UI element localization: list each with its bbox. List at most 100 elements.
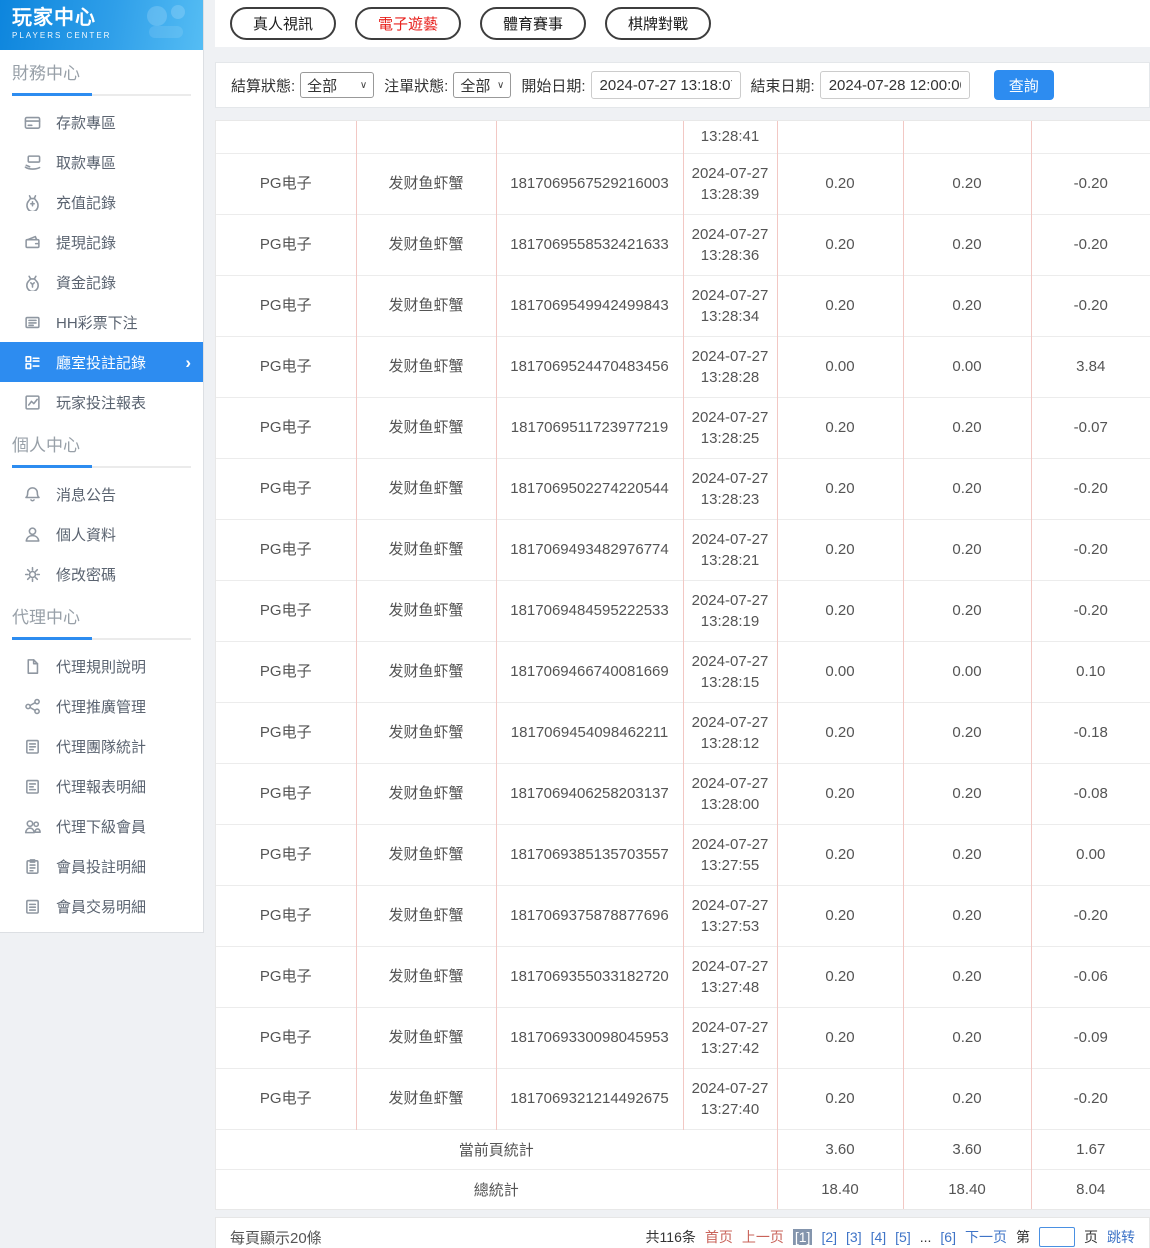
bet-records-table: 13:28:41PG电子发财鱼虾蟹18170695675292160032024… xyxy=(215,120,1150,1210)
cell-bet-amount: 0.00 xyxy=(777,641,903,702)
bet-date: 2024-07-27 xyxy=(686,529,775,550)
jump-button[interactable]: 跳转 xyxy=(1107,1227,1135,1247)
cell-bet-time: 13:28:41 xyxy=(683,121,777,153)
cell-provider: PG电子 xyxy=(216,885,356,946)
summary-value: 3.60 xyxy=(903,1129,1031,1169)
last-page-link[interactable]: [6] xyxy=(940,1229,956,1245)
sidebar-item-player-report-chart[interactable]: 玩家投注報表 xyxy=(0,382,203,422)
sub-members-icon xyxy=(24,818,41,835)
bet-date: 2024-07-27 xyxy=(686,590,775,611)
sidebar-item-deposit-card[interactable]: 存款專區 xyxy=(0,102,203,142)
sidebar-item-agent-share[interactable]: 代理推廣管理 xyxy=(0,686,203,726)
tab-4[interactable]: 棋牌對戰 xyxy=(605,7,711,40)
page-link[interactable]: [2] xyxy=(821,1229,837,1245)
player-report-chart-icon xyxy=(24,394,41,411)
sidebar-item-member-trade-doc[interactable]: 會員交易明細 xyxy=(0,886,203,926)
cell-valid-amount: 0.20 xyxy=(903,824,1031,885)
bet-time: 13:28:21 xyxy=(686,550,775,571)
page-link[interactable]: [3] xyxy=(846,1229,862,1245)
sidebar-item-sub-members[interactable]: 代理下級會員 xyxy=(0,806,203,846)
bet-time: 13:28:00 xyxy=(686,794,775,815)
cell-game-name: 发财鱼虾蟹 xyxy=(356,641,496,702)
sidebar-item-agent-rule-doc[interactable]: 代理規則說明 xyxy=(0,646,203,686)
withdraw-hand-icon xyxy=(24,154,41,171)
cell-win-loss: 3.84 xyxy=(1031,336,1150,397)
cell-bet-datetime: 2024-07-2713:28:00 xyxy=(683,763,777,824)
cell-valid-amount: 0.20 xyxy=(903,458,1031,519)
bet-date: 2024-07-27 xyxy=(686,712,775,733)
next-page-link[interactable]: 下一页 xyxy=(965,1227,1007,1247)
cell-order-id: 1817069524470483456 xyxy=(496,336,683,397)
cell-bet-amount: 0.20 xyxy=(777,519,903,580)
cell-order-id: 1817069385135703557 xyxy=(496,824,683,885)
sidebar-item-label: 提現記錄 xyxy=(56,232,116,253)
cell-order-id: 1817069355033182720 xyxy=(496,946,683,1007)
cell-order-id: 1817069484595222533 xyxy=(496,580,683,641)
cell-bet-datetime: 2024-07-2713:27:53 xyxy=(683,885,777,946)
sidebar-item-label: 代理報表明細 xyxy=(56,776,146,797)
sidebar-item-withdraw-hand[interactable]: 取款專區 xyxy=(0,142,203,182)
sidebar-section-header: 財務中心 xyxy=(0,50,203,96)
cell-bet-amount: 0.20 xyxy=(777,824,903,885)
sidebar-item-lottery-doc[interactable]: HH彩票下注 xyxy=(0,302,203,342)
sidebar-item-team-stats-doc[interactable]: 代理團隊統計 xyxy=(0,726,203,766)
cell-bet-amount: 0.20 xyxy=(777,763,903,824)
cell-win-loss: -0.20 xyxy=(1031,580,1150,641)
sidebar-item-funds-bag[interactable]: 資金記錄 xyxy=(0,262,203,302)
jump-page-input[interactable] xyxy=(1039,1227,1075,1247)
cell-win-loss: -0.20 xyxy=(1031,214,1150,275)
settle-status-select[interactable]: 全部 ∨ xyxy=(300,72,374,98)
cell-bet-datetime: 2024-07-2713:28:12 xyxy=(683,702,777,763)
cell-order-id: 1817069321214492675 xyxy=(496,1068,683,1129)
tab-3[interactable]: 體育賽事 xyxy=(480,7,586,40)
sidebar-item-label: 代理團隊統計 xyxy=(56,736,146,757)
sidebar-item-report-detail-doc[interactable]: 代理報表明細 xyxy=(0,766,203,806)
cell-win-loss: -0.20 xyxy=(1031,885,1150,946)
prev-page-link[interactable]: 上一页 xyxy=(742,1227,784,1247)
order-status-select[interactable]: 全部 ∨ xyxy=(453,72,511,98)
cell-bet-amount: 0.20 xyxy=(777,275,903,336)
tab-2[interactable]: 電子遊藝 xyxy=(355,7,461,40)
bet-date: 2024-07-27 xyxy=(686,224,775,245)
page-link[interactable]: [5] xyxy=(895,1229,911,1245)
sidebar-item-recharge-bag[interactable]: 充值記錄 xyxy=(0,182,203,222)
gamepad-icon xyxy=(135,2,195,50)
cell-provider: PG电子 xyxy=(216,641,356,702)
sidebar-item-label: 廳室投註記錄 xyxy=(56,352,146,373)
tab-1[interactable]: 真人視訊 xyxy=(230,7,336,40)
sidebar-item-room-bet-list[interactable]: 廳室投註記錄 › xyxy=(0,342,203,382)
sidebar-item-profile-person[interactable]: 個人資料 xyxy=(0,514,203,554)
cell-win-loss: -0.20 xyxy=(1031,1068,1150,1129)
sidebar-item-password-gear[interactable]: 修改密碼 xyxy=(0,554,203,594)
table-row: PG电子发财鱼虾蟹18170694667400816692024-07-2713… xyxy=(216,641,1150,702)
cell-order-id: 1817069406258203137 xyxy=(496,763,683,824)
current-page[interactable]: [1] xyxy=(793,1229,813,1245)
bet-time: 13:28:23 xyxy=(686,489,775,510)
sidebar-item-withdrawal-wallet[interactable]: 提現記錄 xyxy=(0,222,203,262)
cell-provider: PG电子 xyxy=(216,763,356,824)
lottery-doc-icon xyxy=(24,314,41,331)
sidebar-item-notice-bell[interactable]: 消息公告 xyxy=(0,474,203,514)
bet-time: 13:28:34 xyxy=(686,306,775,327)
cell-bet-datetime: 2024-07-2713:28:34 xyxy=(683,275,777,336)
team-stats-doc-icon xyxy=(24,738,41,755)
bet-time: 13:28:39 xyxy=(686,184,775,205)
page-link[interactable]: [4] xyxy=(871,1229,887,1245)
cell-win-loss: -0.20 xyxy=(1031,458,1150,519)
start-date-label: 開始日期: xyxy=(521,75,585,96)
end-date-label: 結束日期: xyxy=(751,75,815,96)
table-row: PG电子发财鱼虾蟹18170695244704834562024-07-2713… xyxy=(216,336,1150,397)
search-button[interactable]: 查詢 xyxy=(994,70,1054,100)
cell-game-name: 发财鱼虾蟹 xyxy=(356,214,496,275)
bet-time: 13:28:19 xyxy=(686,611,775,632)
first-page-link[interactable]: 首页 xyxy=(705,1227,733,1247)
start-date-input[interactable] xyxy=(591,71,741,99)
chevron-right-icon: › xyxy=(185,354,191,371)
end-date-input[interactable] xyxy=(820,71,970,99)
table-row: PG电子发财鱼虾蟹18170695499424998432024-07-2713… xyxy=(216,275,1150,336)
cell-game-name: 发财鱼虾蟹 xyxy=(356,397,496,458)
bet-time: 13:28:36 xyxy=(686,245,775,266)
page-summary-row: 當前頁統計3.603.601.67 xyxy=(216,1129,1150,1169)
cell-valid-amount: 0.20 xyxy=(903,275,1031,336)
sidebar-item-member-bet-clipboard[interactable]: 會員投註明細 xyxy=(0,846,203,886)
